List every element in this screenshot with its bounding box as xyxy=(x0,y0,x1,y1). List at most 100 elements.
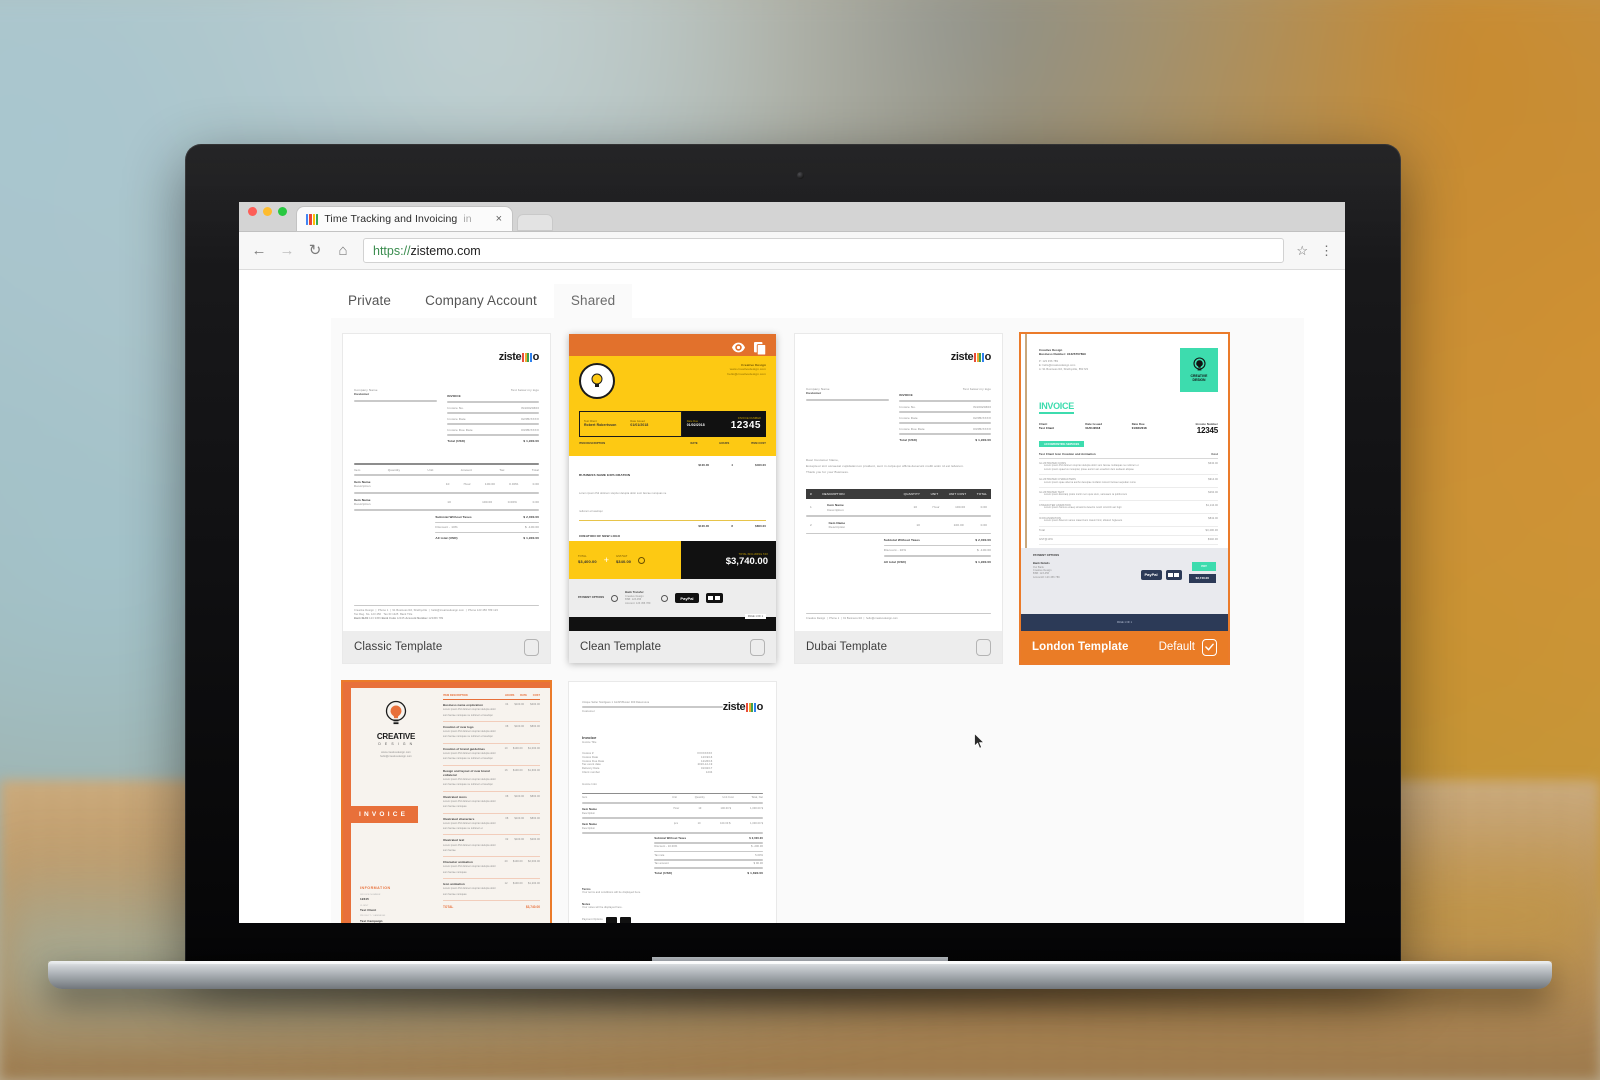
item-title: BUSINESS NAME EXPLORATION xyxy=(579,473,631,477)
item-bullet: Lorem ipsum Nomus eciaeq simatoris detec… xyxy=(1044,507,1122,510)
business-number: Business Number: 91326767899 xyxy=(1039,352,1086,357)
summary-label: Subtotal Without Taxes xyxy=(435,515,472,520)
summary-label: Subtotal Without Taxes xyxy=(883,538,921,543)
col-header: COST xyxy=(532,694,540,697)
item-qty: 10 xyxy=(697,821,701,825)
template-card-classic[interactable]: ziste o Company Name Customer Text below… xyxy=(343,334,550,663)
thanks-text: Thank you for your Business. xyxy=(806,470,849,475)
information-label: INFORMATION xyxy=(360,886,391,891)
template-card-clean[interactable]: Creative Design www.creativedesign.com h… xyxy=(569,334,776,663)
item-hours: 08 xyxy=(505,794,509,798)
webcam-icon xyxy=(796,172,804,179)
window-controls[interactable] xyxy=(248,202,287,231)
maximize-window-button[interactable] xyxy=(278,207,287,216)
tab-private[interactable]: Private xyxy=(331,284,408,318)
summary-label: All total (USD) xyxy=(435,536,458,541)
item-rate: $100.00 xyxy=(698,524,710,528)
summary-label: Subtotal Without Taxes xyxy=(654,836,687,840)
total-value: $3,740.00 xyxy=(525,904,540,909)
back-icon[interactable]: ← xyxy=(251,243,267,258)
template-name: Dubai Template xyxy=(806,641,888,653)
col-header: ITEM DESCRIPTION xyxy=(443,694,468,697)
item-title: Icon animation xyxy=(443,882,465,887)
eye-icon[interactable] xyxy=(732,342,745,355)
terms-text: Your terms and conditions will be displa… xyxy=(582,891,642,895)
field-label: Invoice Date xyxy=(899,415,918,420)
field-label: Invoice Due Date xyxy=(899,426,925,431)
item-tax: 0.00% xyxy=(507,499,517,504)
field-label: Invoice No. xyxy=(899,404,916,409)
minimize-window-button[interactable] xyxy=(263,207,272,216)
tab-company-account[interactable]: Company Account xyxy=(408,284,554,318)
info-value: 12345 xyxy=(360,897,369,902)
template-thumbnail-dubai: ziste o Company Name Customer Text below… xyxy=(795,334,1002,631)
item-desc: Description xyxy=(827,507,844,512)
page-footer: PAGE 1 OF 1 xyxy=(1116,621,1133,624)
copy-icon[interactable] xyxy=(754,342,767,355)
card-footer-london: London Template Default xyxy=(1021,631,1228,663)
pay-button[interactable]: PAY xyxy=(1192,561,1216,571)
template-name: London Template xyxy=(1032,641,1129,653)
bookmark-star-icon[interactable]: ☆ xyxy=(1296,243,1308,259)
payment-options-label: PAYMENT OPTIONS xyxy=(578,596,605,600)
invoice-number: 12345 xyxy=(1196,426,1218,436)
item-qty: 10 xyxy=(698,806,702,810)
summary-value: $ 2,000.00 xyxy=(523,515,539,520)
item-rate: $100.00 xyxy=(514,703,525,706)
item-cost: $2,000.00 xyxy=(527,860,540,864)
summary-label: All total (USD) xyxy=(883,559,906,564)
card-footer-clean: Clean Template xyxy=(569,631,776,663)
item-desc: Description xyxy=(582,826,596,830)
template-card-plain[interactable]: Unique Seller Nordgaus 1 GmbH/Buster 000… xyxy=(569,682,776,923)
total-label: TOTAL xyxy=(443,904,454,909)
new-tab-button[interactable] xyxy=(517,214,553,231)
template-default-checkbox[interactable] xyxy=(1202,638,1217,656)
item-title: Illustrated text xyxy=(443,838,465,843)
template-card-creative[interactable]: CREATIVE D E S I G N www.creativedesign.… xyxy=(343,682,550,923)
default-label: Default xyxy=(1158,641,1195,653)
item-hours: 4 xyxy=(731,463,734,467)
col-header: HOURS xyxy=(505,694,515,697)
item-unit: pcs xyxy=(673,821,679,825)
address-bar[interactable]: https:// zistemo.com xyxy=(363,238,1285,263)
template-card-dubai[interactable]: ziste o Company Name Customer Text below… xyxy=(795,334,1002,663)
item-rate: $100.00 xyxy=(512,768,523,772)
item-no: 1 xyxy=(810,505,812,510)
browser-tab-active[interactable]: Time Tracking and Invoicing in × xyxy=(297,207,512,231)
total-value: $ 1,900.00 xyxy=(523,438,539,443)
item-desc: Lorem ipsum Pid dolorem stupriet delupta… xyxy=(443,888,496,896)
item-cost: $200.00 xyxy=(530,838,540,842)
reload-icon[interactable]: ↻ xyxy=(307,243,323,258)
template-select-checkbox[interactable] xyxy=(524,638,539,656)
template-select-checkbox[interactable] xyxy=(750,638,765,656)
template-select-checkbox[interactable] xyxy=(976,638,991,656)
summary-value: $ 2,000.00 xyxy=(975,538,991,543)
col-header: ITEM COST xyxy=(750,442,766,445)
template-thumbnail-london: Creative Design Business Number: 9132676… xyxy=(1021,334,1228,631)
home-icon[interactable]: ⌂ xyxy=(335,243,351,258)
company-address: A: 91 Business Rd, Shelbyville, 851723 xyxy=(1039,367,1089,371)
summary-label: Tax amount xyxy=(654,862,669,865)
company-line: Unique Seller Nordgaus 1 GmbH/Buster 000… xyxy=(582,701,650,704)
template-card-london[interactable]: Creative Design Business Number: 9132676… xyxy=(1021,334,1228,663)
total-value: $ 1,900.00 xyxy=(975,437,991,442)
item-rate: $100.00 xyxy=(514,794,525,798)
info-value: Test Campaign xyxy=(360,918,383,923)
item-cost: $1,144.00 xyxy=(1205,503,1218,507)
item-name: Item Name xyxy=(828,520,846,525)
tab-shared[interactable]: Shared xyxy=(553,284,633,318)
close-window-button[interactable] xyxy=(248,207,257,216)
item-cost: $1,000.00 xyxy=(527,746,540,750)
item-desc: Lorem ipsum Pid dolorem stupriet delupta… xyxy=(443,822,496,831)
item-title: Illustrated icons xyxy=(443,794,467,799)
browser-menu-icon[interactable]: ⋮ xyxy=(1320,243,1333,259)
close-tab-icon[interactable]: × xyxy=(494,213,504,225)
tab-title-suffix: in xyxy=(463,213,472,225)
favicon-icon xyxy=(306,213,319,225)
col-header: UNIT xyxy=(930,491,939,496)
item-desc: Lorem ipsum Pid dolorem stupriet delupta… xyxy=(443,709,496,717)
bank-line: Account: 123 456 789 xyxy=(625,601,651,605)
creative-design-logo-icon: CREATIVE DESIGN xyxy=(1180,348,1218,392)
creative-design-logo-icon xyxy=(579,363,615,399)
item-title: ILLUSTRATED CHARACTERS xyxy=(1039,477,1076,481)
